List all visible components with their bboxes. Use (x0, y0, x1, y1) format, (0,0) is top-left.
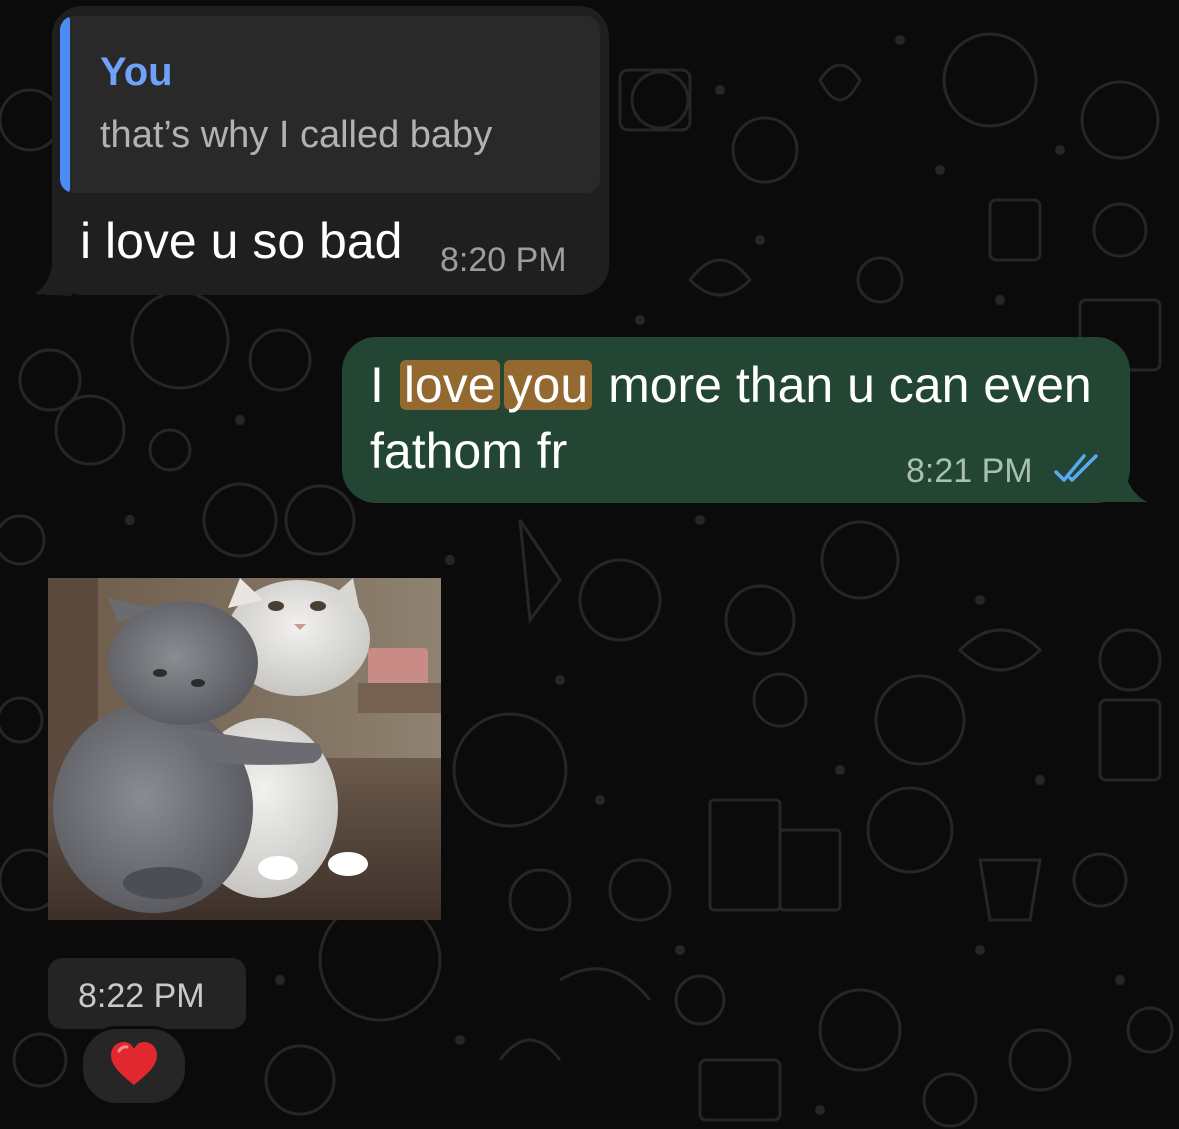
reply-quote-accent-bar (60, 16, 70, 193)
reply-quote-author: You (100, 50, 173, 94)
outgoing-text: more than u can even (608, 357, 1092, 413)
outgoing-message-time: 8:21 PM (906, 452, 1033, 490)
outgoing-message-line-1: I love you more than u can even (370, 360, 1092, 410)
reaction-badge[interactable] (80, 1026, 188, 1106)
cats-hugging-gif[interactable] (48, 578, 441, 920)
outgoing-bubble-tail (1100, 462, 1148, 502)
incoming-message-text: i love u so bad (80, 213, 403, 269)
cats-hugging-image (48, 578, 441, 920)
outgoing-message-line-2: fathom fr (370, 423, 568, 479)
red-heart-icon (111, 1042, 157, 1085)
outgoing-word: I (370, 357, 384, 413)
search-highlight-word: you (503, 360, 593, 410)
double-check-read-icon (1054, 454, 1098, 482)
reply-quote-text: that’s why I called baby (100, 114, 493, 156)
incoming-message-time: 8:20 PM (440, 241, 567, 279)
image-message-time: 8:22 PM (78, 977, 205, 1015)
reply-quote[interactable]: You that’s why I called baby (60, 16, 600, 193)
search-highlight-word: love (399, 360, 500, 410)
incoming-bubble-tail (34, 256, 72, 296)
